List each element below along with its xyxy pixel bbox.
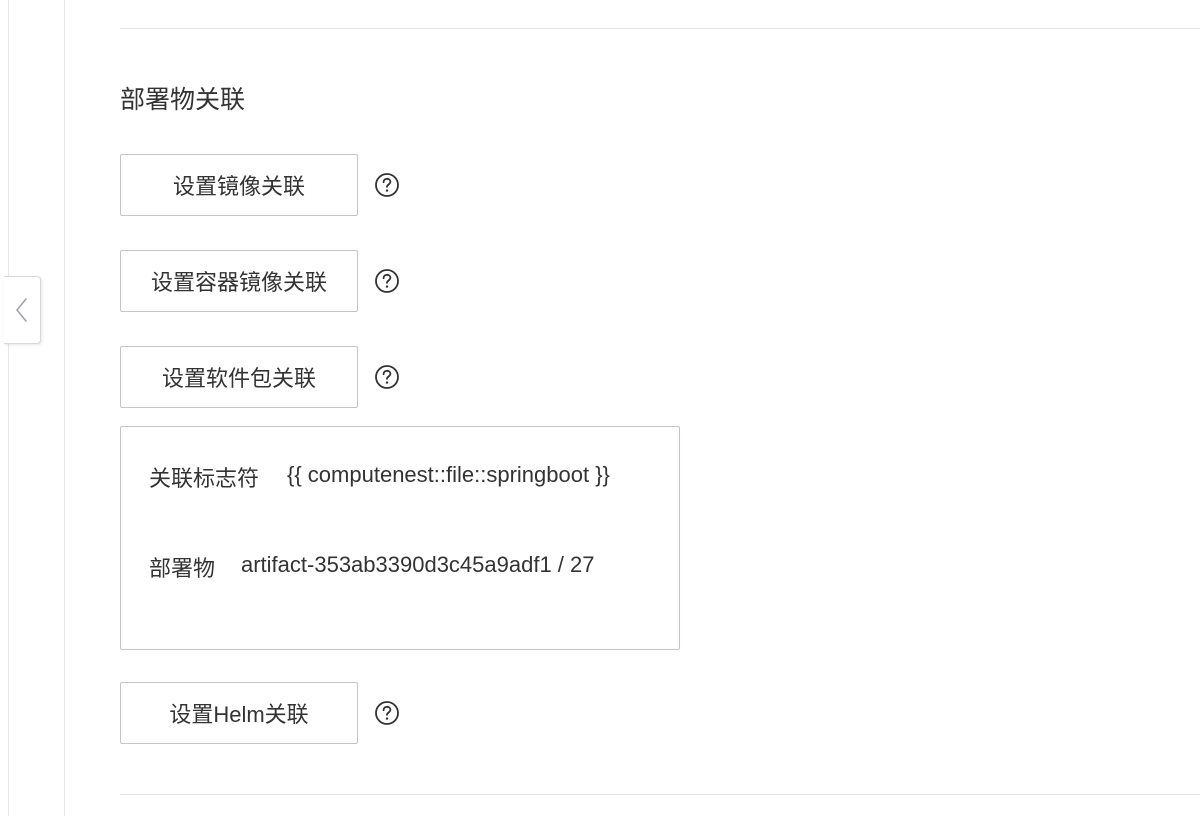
section-title: 部署物关联 <box>120 86 246 114</box>
help-icon[interactable] <box>374 364 400 390</box>
set-image-association-button[interactable]: 设置镜像关联 <box>120 154 358 216</box>
artifact-label: 部署物 <box>149 556 216 581</box>
help-icon[interactable] <box>374 172 400 198</box>
image-association-row: 设置镜像关联 <box>120 154 400 216</box>
content-divider <box>64 0 65 816</box>
software-package-association-row: 设置软件包关联 <box>120 346 400 408</box>
software-package-association-card: 关联标志符 {{ computenest::file::springboot }… <box>120 426 680 650</box>
section-top-divider <box>120 28 1200 29</box>
section-bottom-divider <box>120 794 1200 795</box>
association-identifier-label: 关联标志符 <box>149 466 260 491</box>
container-image-association-row: 设置容器镜像关联 <box>120 250 400 312</box>
page: 部署物关联 设置镜像关联 设置容器镜像关联 设置软件包关联 关联标志符 {{c… <box>0 0 1200 816</box>
chevron-left-icon <box>16 298 27 322</box>
set-container-image-association-button[interactable]: 设置容器镜像关联 <box>120 250 358 312</box>
set-software-package-association-button[interactable]: 设置软件包关联 <box>120 346 358 408</box>
left-rail-divider <box>8 0 9 816</box>
collapse-sidebar-button[interactable] <box>4 276 41 344</box>
set-helm-association-button[interactable]: 设置Helm关联 <box>120 682 358 744</box>
help-icon[interactable] <box>374 268 400 294</box>
helm-association-row: 设置Helm关联 <box>120 682 400 744</box>
artifact-value: artifact-353ab3390d3c45a9adf1 / 27 <box>241 552 595 577</box>
association-identifier-value: {{ computenest::file::springboot }} <box>287 462 610 487</box>
help-icon[interactable] <box>374 700 400 726</box>
